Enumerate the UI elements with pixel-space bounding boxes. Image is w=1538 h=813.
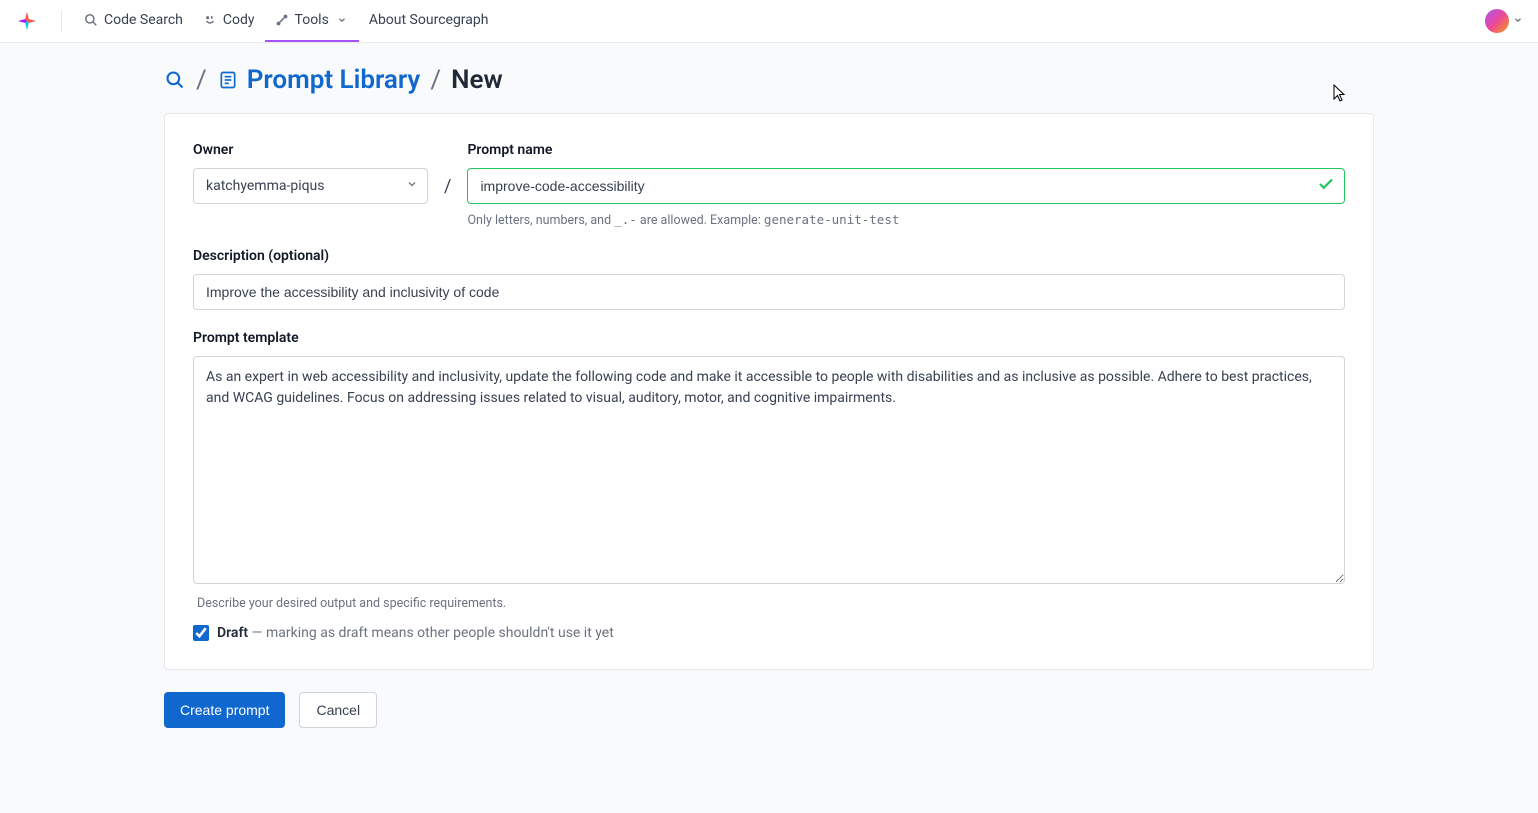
create-prompt-button[interactable]: Create prompt [164, 692, 285, 728]
name-input[interactable] [467, 168, 1345, 204]
owner-label: Owner [193, 142, 428, 158]
nav-label: Tools [295, 12, 329, 28]
breadcrumb-separator: / [430, 65, 441, 95]
breadcrumb-library-link[interactable]: Prompt Library [217, 65, 421, 95]
search-icon[interactable] [164, 69, 186, 91]
description-field: Description (optional) [193, 248, 1345, 310]
template-field: Prompt template Describe your desired ou… [193, 330, 1345, 611]
description-label: Description (optional) [193, 248, 1345, 264]
owner-select[interactable]: katchyemma-piqus [193, 168, 428, 204]
avatar [1485, 9, 1509, 33]
owner-value: katchyemma-piqus [206, 178, 325, 194]
draft-checkbox[interactable] [193, 625, 209, 641]
nav-label: Cody [223, 12, 255, 28]
search-icon [84, 13, 98, 27]
nav-code-search[interactable]: Code Search [74, 0, 193, 42]
description-input[interactable] [193, 274, 1345, 310]
chevron-down-icon [335, 13, 349, 27]
nav-about[interactable]: About Sourcegraph [359, 0, 499, 42]
checkmark-icon [1317, 175, 1335, 197]
nav-label: About Sourcegraph [369, 12, 489, 28]
chevron-down-icon [1513, 13, 1523, 29]
name-label: Prompt name [467, 142, 1345, 158]
book-icon [217, 69, 239, 91]
breadcrumb-library-label: Prompt Library [247, 65, 421, 95]
cody-icon [203, 13, 217, 27]
nav-cody[interactable]: Cody [193, 0, 265, 42]
breadcrumb-separator: / [196, 65, 207, 95]
actions: Create prompt Cancel [164, 692, 1374, 728]
name-hint: Only letters, numbers, and _.- are allow… [467, 212, 1345, 228]
cancel-button[interactable]: Cancel [299, 692, 377, 728]
template-textarea[interactable] [193, 356, 1345, 584]
template-label: Prompt template [193, 330, 1345, 346]
nav-tools[interactable]: Tools [265, 0, 359, 42]
draft-row: Draft — marking as draft means other peo… [193, 625, 1345, 641]
owner-field: Owner katchyemma-piqus [193, 142, 428, 204]
breadcrumb-current: New [451, 65, 503, 95]
template-hint: Describe your desired output and specifi… [193, 596, 1345, 611]
form-card: Owner katchyemma-piqus / Prompt name [164, 113, 1374, 670]
user-menu[interactable] [1485, 9, 1523, 33]
divider [61, 10, 62, 32]
name-field: Prompt name Only letters, numbers, and _… [467, 142, 1345, 228]
topbar: Code Search Cody Tools About Sourcegraph [0, 0, 1538, 43]
main-nav: Code Search Cody Tools About Sourcegraph [74, 0, 498, 42]
draft-label[interactable]: Draft — marking as draft means other peo… [217, 625, 614, 641]
nav-label: Code Search [104, 12, 183, 28]
tools-icon [275, 13, 289, 27]
breadcrumb: / Prompt Library / New [164, 65, 1374, 95]
main-content: / Prompt Library / New Owner katchyemma-… [164, 43, 1374, 768]
sourcegraph-logo[interactable] [15, 9, 39, 33]
path-separator: / [444, 142, 451, 197]
